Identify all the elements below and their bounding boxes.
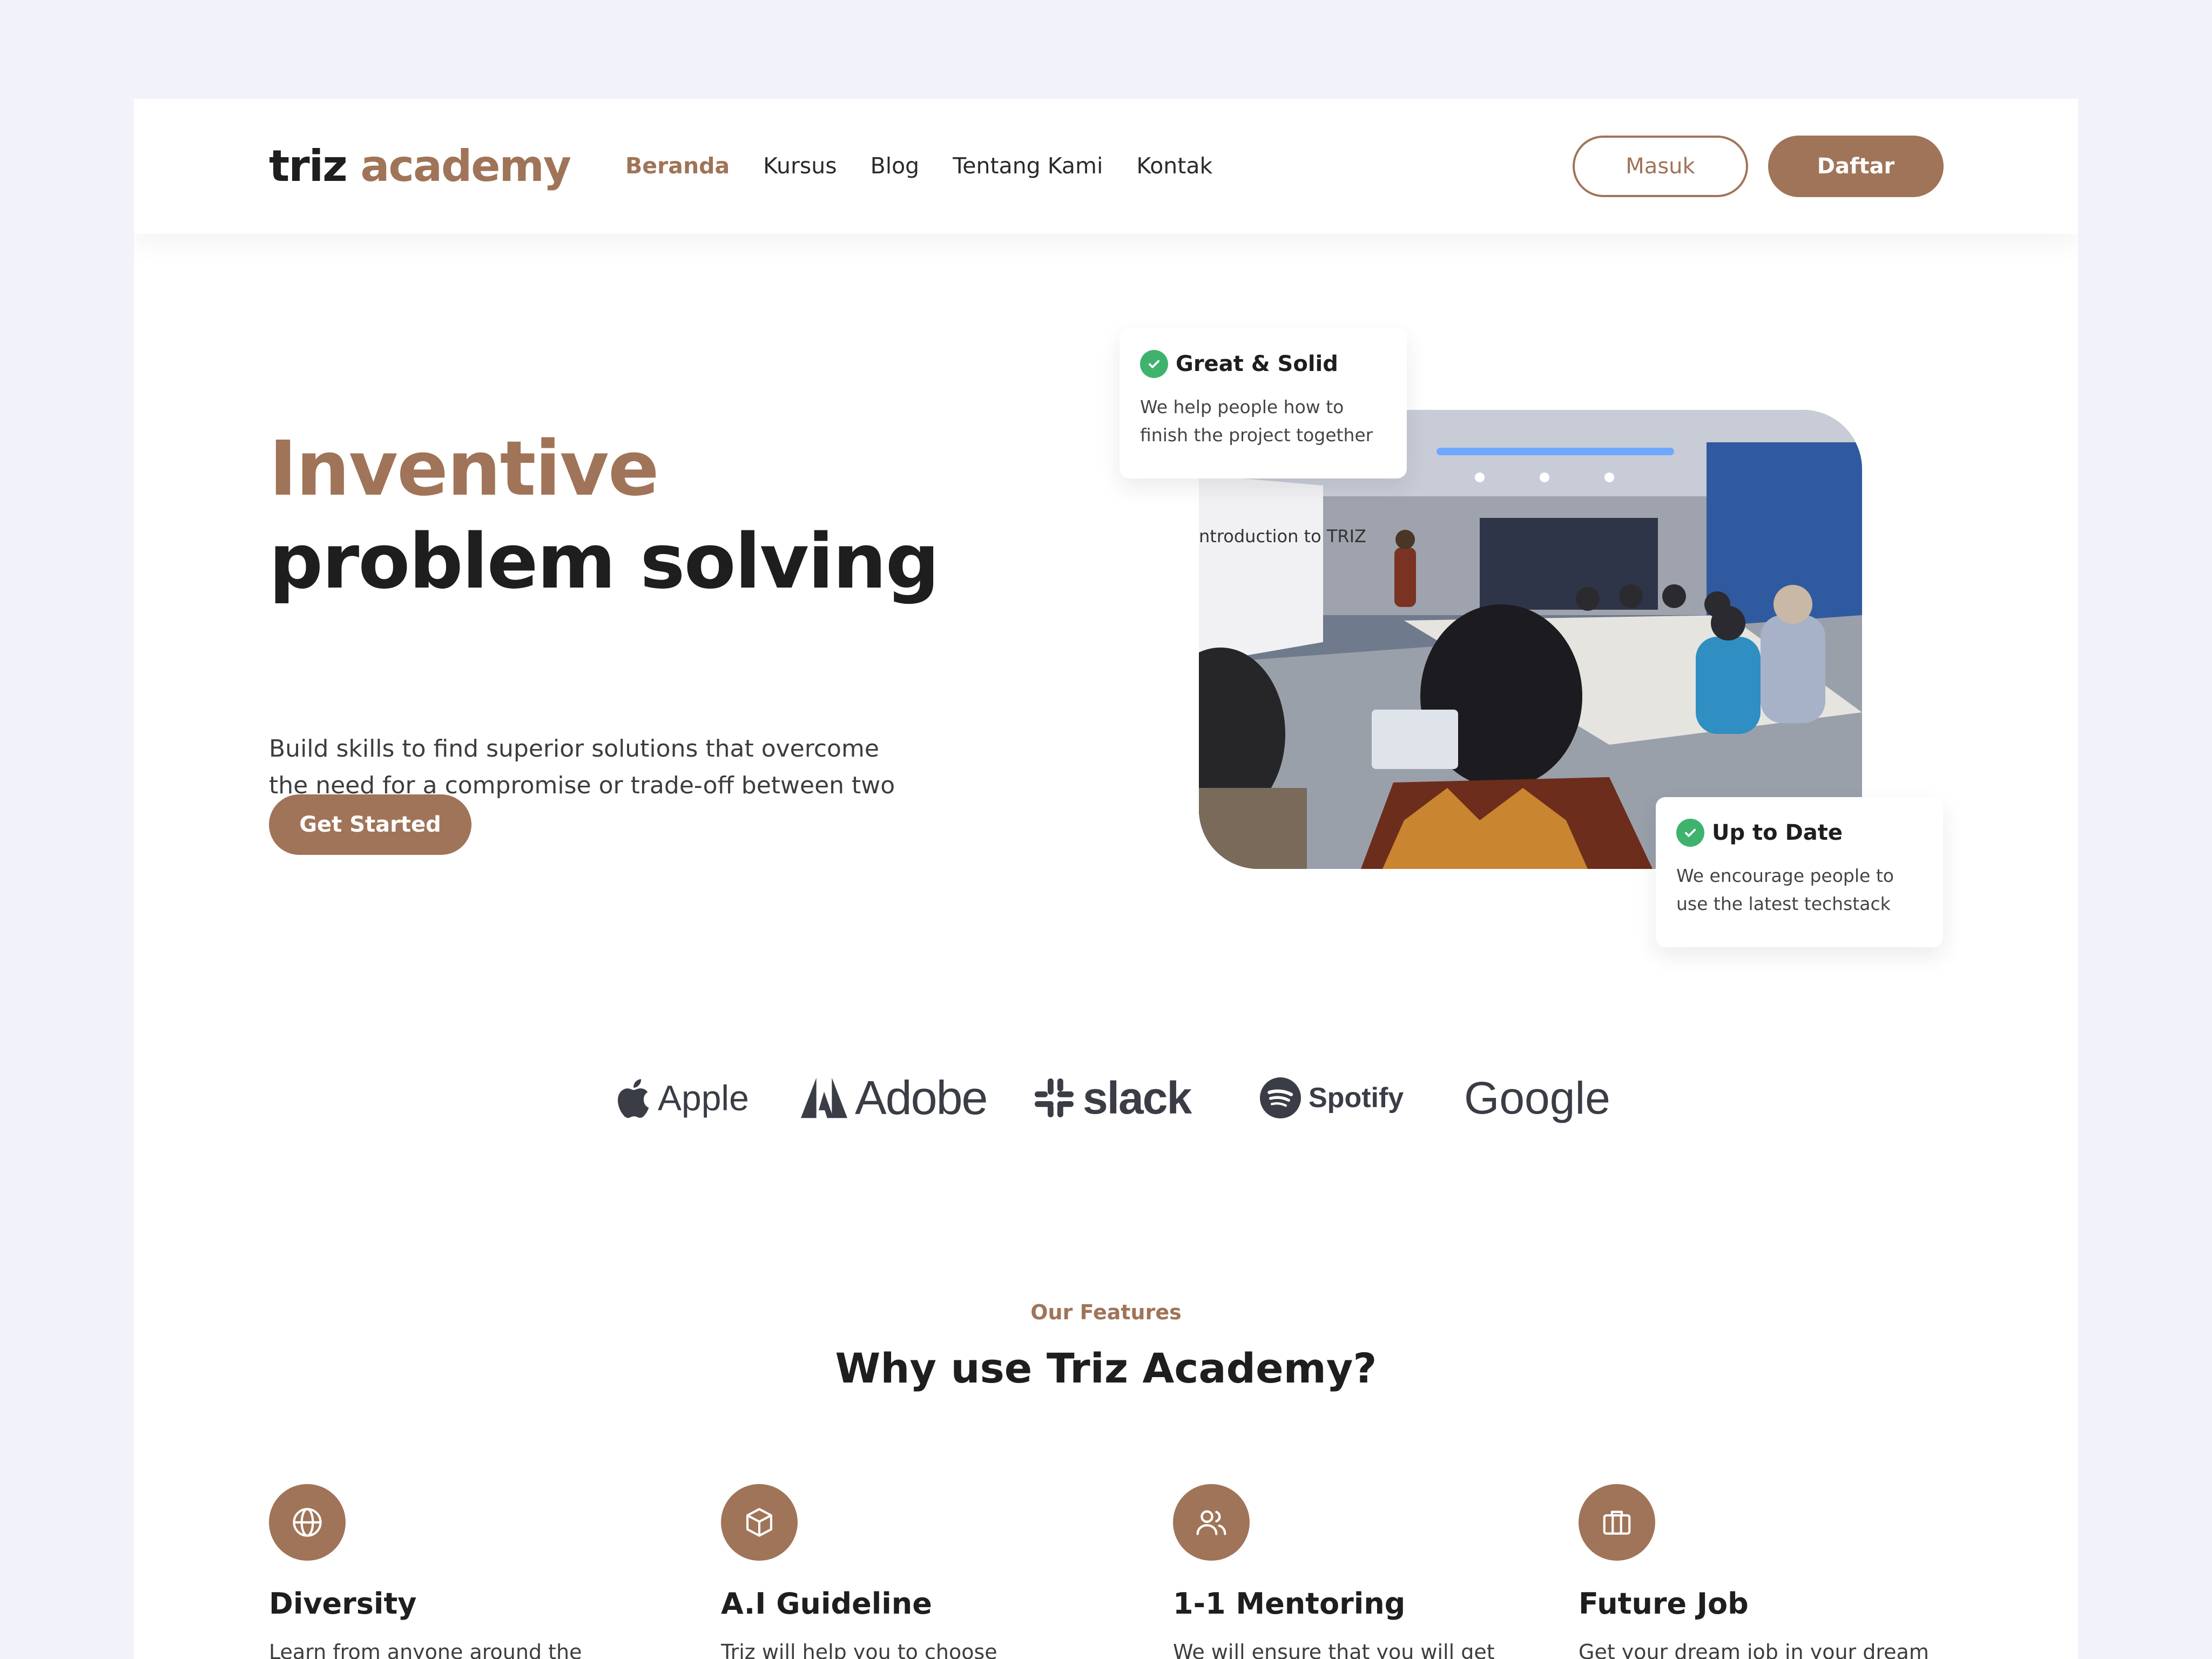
site-logo[interactable]: triz academy [269,141,571,191]
check-circle-icon [1676,819,1704,847]
check-circle-icon [1140,350,1168,378]
main-nav: Beranda Kursus Blog Tentang Kami Kontak [625,153,1212,179]
partner-logos: Apple Adobe slack Spotify Google [615,1060,1630,1136]
feature-text: Get your dream job in your dream [1579,1640,1929,1659]
brand-name: slack [1083,1072,1192,1123]
nav-item-blog[interactable]: Blog [871,153,920,179]
brand-name: Spotify [1309,1082,1404,1114]
logo-part-academy: academy [360,141,571,191]
brand-apple: Apple [615,1060,749,1136]
slack-icon [1035,1078,1074,1117]
hero-title-line1: Inventive [269,425,659,513]
card-title: Up to Date [1712,820,1843,845]
card-text: We encourage people to use the latest te… [1676,865,1894,914]
card-text: We help people how to finish the project… [1140,396,1373,446]
brand-google: Google [1464,1060,1610,1136]
get-started-button[interactable]: Get Started [269,794,471,855]
hero-title-line2: problem solving [269,518,940,606]
spotify-icon [1260,1077,1301,1118]
feature-card-up-to-date: Up to Date We encourage people to use th… [1656,797,1943,947]
login-button[interactable]: Masuk [1573,136,1748,197]
adobe-icon [801,1077,847,1118]
globe-icon [269,1484,346,1561]
slide-text: ntroduction to TRIZ [1199,526,1366,547]
feature-mentoring: 1-1 Mentoring We will ensure that you wi… [1173,1484,1551,1659]
nav-item-tentang-kami[interactable]: Tentang Kami [953,153,1103,179]
brand-name: Adobe [855,1071,988,1124]
brand-adobe: Adobe [801,1060,988,1136]
cube-icon [721,1484,798,1561]
users-icon [1173,1484,1250,1561]
feature-diversity: Diversity Learn from anyone around the [269,1484,647,1659]
feature-text: Triz will help you to choose [721,1640,997,1659]
feature-text: We will ensure that you will get [1173,1640,1495,1659]
card-title: Great & Solid [1176,352,1338,376]
feature-card-great-solid: Great & Solid We help people how to fini… [1120,328,1407,478]
brand-spotify: Spotify [1260,1060,1404,1136]
feature-text: Learn from anyone around the [269,1640,582,1659]
apple-icon [618,1079,649,1118]
nav-item-kursus[interactable]: Kursus [763,153,837,179]
feature-title: Future Job [1579,1587,1749,1621]
brand-name: Apple [658,1078,749,1118]
feature-future-job: Future Job Get your dream job in your dr… [1579,1484,1957,1659]
brand-slack: slack [1033,1060,1192,1136]
feature-title: Diversity [269,1587,417,1621]
feature-title: A.I Guideline [721,1587,932,1621]
feature-ai-guideline: A.I Guideline Triz will help you to choo… [721,1484,1099,1659]
briefcase-icon [1579,1484,1655,1561]
hero-title: Inventive problem solving [269,423,940,609]
nav-item-beranda[interactable]: Beranda [625,153,730,179]
site-header: triz academy Beranda Kursus Blog Tentang… [134,99,2078,234]
brand-name: Google [1464,1072,1610,1123]
features-title: Why use Triz Academy? [835,1344,1377,1392]
feature-title: 1-1 Mentoring [1173,1587,1406,1621]
signup-button[interactable]: Daftar [1768,136,1944,197]
nav-item-kontak[interactable]: Kontak [1136,153,1212,179]
landing-page: triz academy Beranda Kursus Blog Tentang… [134,99,2078,1659]
logo-part-triz: triz [269,141,348,191]
features-kicker: Our Features [1030,1300,1182,1324]
